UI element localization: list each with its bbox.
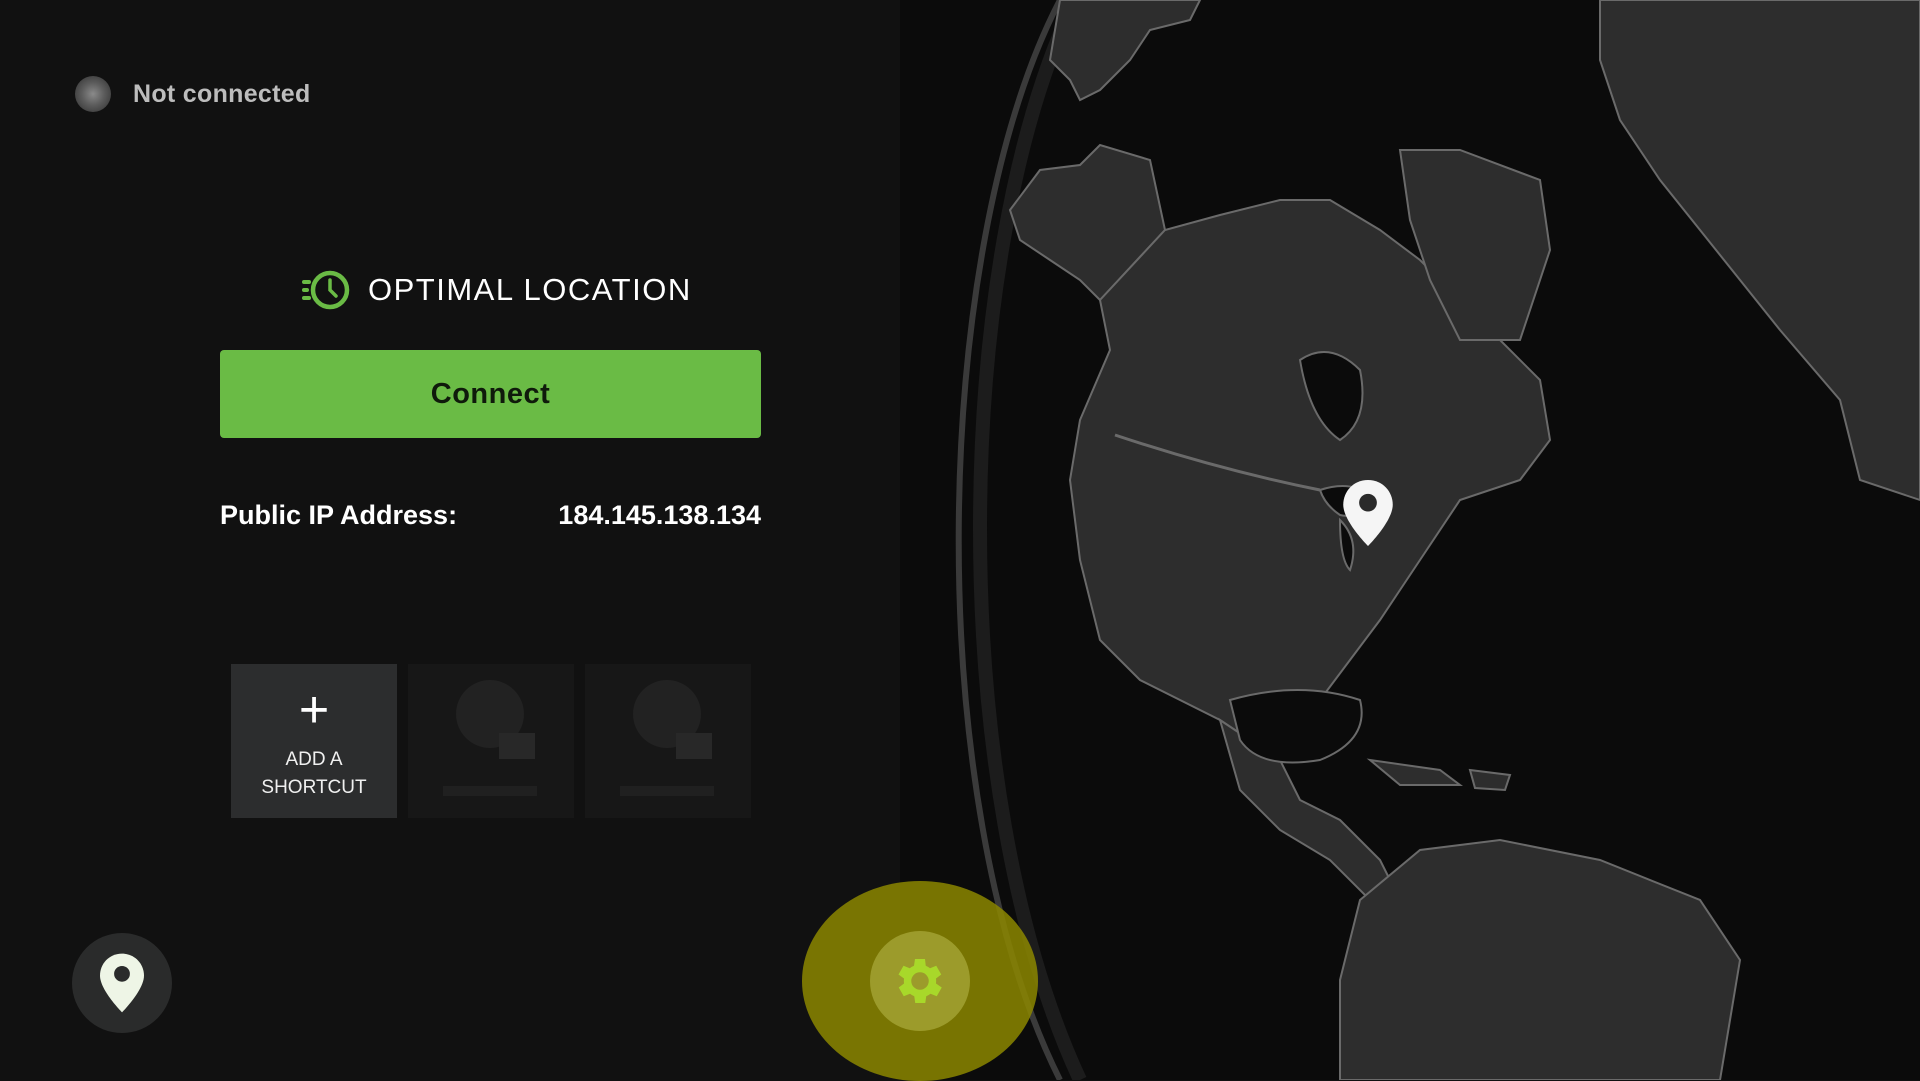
shortcut-placeholder [408, 664, 574, 818]
gear-icon [898, 959, 942, 1003]
connect-button[interactable]: Connect [220, 350, 761, 438]
map-pin-icon [1343, 480, 1393, 546]
add-shortcut-button[interactable]: + ADD A SHORTCUT [231, 664, 397, 818]
placeholder-badge [676, 733, 712, 759]
plus-icon: + [298, 681, 330, 739]
placeholder-text [443, 786, 537, 796]
settings-focus-halo [802, 881, 1038, 1081]
connection-status: Not connected [75, 76, 311, 112]
fast-clock-icon [302, 270, 350, 310]
shortcut-placeholder [585, 664, 751, 818]
placeholder-text [620, 786, 714, 796]
status-indicator-icon [75, 76, 111, 112]
status-label: Not connected [133, 79, 311, 108]
public-ip-row: Public IP Address: 184.145.138.134 [220, 500, 761, 531]
public-ip-value: 184.145.138.134 [558, 500, 761, 530]
map-marker[interactable] [1343, 480, 1393, 546]
world-map[interactable] [900, 0, 1920, 1080]
location-selector[interactable]: OPTIMAL LOCATION [300, 268, 692, 312]
map-pin-icon [100, 953, 144, 1013]
shortcuts-row: + ADD A SHORTCUT [231, 664, 751, 818]
add-shortcut-label: ADD A SHORTCUT [261, 749, 367, 798]
location-label: OPTIMAL LOCATION [368, 272, 692, 307]
locations-button[interactable] [72, 933, 172, 1033]
placeholder-badge [499, 733, 535, 759]
public-ip-label: Public IP Address: [220, 500, 458, 530]
settings-button[interactable] [870, 931, 970, 1031]
